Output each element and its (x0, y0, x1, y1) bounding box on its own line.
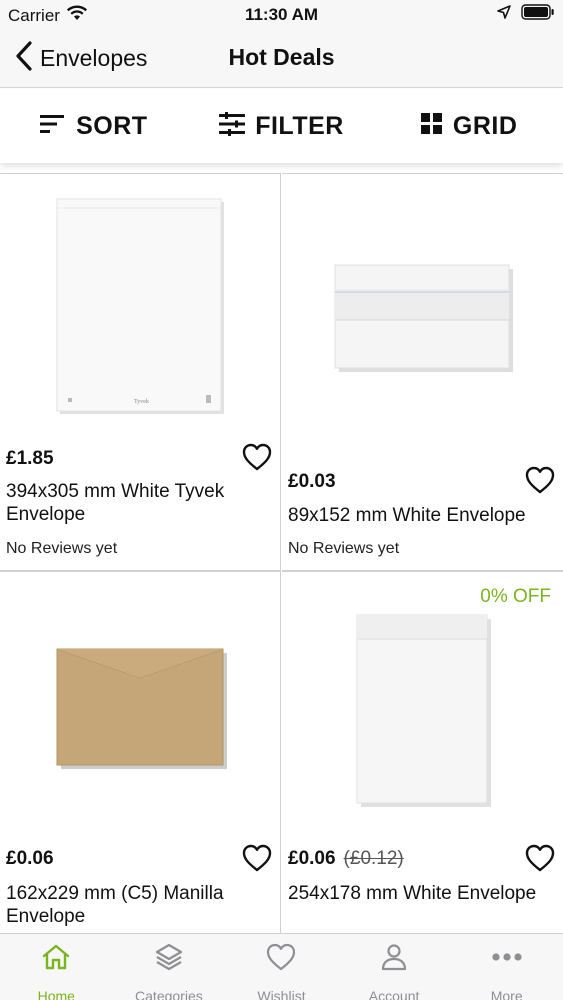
product-name: 254x178 mm White Envelope (288, 883, 537, 904)
product-card[interactable]: £0.06 162x229 mm (C5) Manilla Envelope (0, 571, 281, 933)
product-reviews: No Reviews yet (288, 540, 400, 557)
heart-icon (242, 844, 272, 872)
filter-button[interactable]: FILTER (188, 89, 376, 163)
product-card[interactable]: £0.03 89x152 mm White Envelope No Review… (282, 173, 563, 571)
price-row: £0.06 (£0.12) (288, 848, 404, 870)
filter-label: FILTER (255, 111, 344, 140)
heart-icon (266, 943, 296, 976)
tyvek-envelope-image: Tyvek (56, 198, 226, 421)
more-icon (490, 943, 524, 976)
wishlist-heart-button[interactable] (242, 844, 272, 872)
sort-filter-toolbar: SORT FILTER GRID (0, 89, 563, 163)
wishlist-heart-button[interactable] (525, 466, 555, 494)
svg-text:Tyvek: Tyvek (134, 399, 149, 405)
layers-icon (154, 943, 184, 976)
battery-icon (521, 4, 555, 25)
product-name: 89x152 mm White Envelope (288, 505, 526, 526)
tab-categories[interactable]: Categories (113, 934, 226, 1000)
product-price: £0.03 (288, 471, 336, 492)
status-bar: Carrier 11:30 AM (0, 0, 563, 30)
location-arrow-icon (497, 5, 511, 24)
status-right (497, 4, 555, 25)
navigation-bar: Envelopes Hot Deals (0, 30, 563, 88)
product-name: 394x305 mm White Tyvek Envelope (6, 481, 225, 525)
user-icon (379, 943, 409, 976)
price-row: £1.85 (6, 448, 54, 470)
manilla-envelope-image (56, 648, 228, 775)
grid-button[interactable]: GRID (375, 89, 563, 163)
discount-badge: 0% OFF (480, 586, 551, 607)
product-name: 162x229 mm (C5) Manilla Envelope (6, 883, 224, 927)
wishlist-heart-button[interactable] (242, 443, 272, 471)
tab-account[interactable]: Account (338, 934, 451, 1000)
tab-label: Home (37, 988, 75, 1000)
tab-label: More (490, 988, 523, 1000)
product-price: £0.06 (288, 848, 336, 869)
home-icon (41, 943, 71, 976)
product-grid: Tyvek £1.85 394x305 mm White Tyvek Envel… (0, 173, 563, 933)
tab-label: Account (368, 988, 420, 1000)
tab-home[interactable]: Home (0, 934, 113, 1000)
grid-label: GRID (452, 111, 518, 140)
back-button-label: Envelopes (40, 45, 148, 71)
back-button[interactable]: Envelopes (14, 40, 147, 77)
sort-button[interactable]: SORT (0, 89, 188, 163)
product-price: £1.85 (6, 448, 54, 469)
tab-wishlist[interactable]: Wishlist (225, 934, 338, 1000)
product-card[interactable]: Tyvek £1.85 394x305 mm White Tyvek Envel… (0, 173, 281, 571)
price-row: £0.06 (6, 848, 54, 870)
grid-icon (420, 112, 443, 140)
sort-icon (40, 114, 66, 139)
wishlist-heart-button[interactable] (525, 844, 555, 872)
product-card[interactable]: 0% OFF £0.06 (£0.12) 254x178 mm White En… (282, 571, 563, 933)
heart-icon (525, 466, 555, 494)
tab-more[interactable]: More (450, 934, 563, 1000)
tab-label: Wishlist (257, 988, 306, 1000)
heart-icon (525, 844, 555, 872)
product-reviews: No Reviews yet (6, 540, 118, 557)
status-time: 11:30 AM (244, 5, 319, 24)
sort-label: SORT (76, 111, 148, 140)
white-pocket-envelope-image (356, 614, 492, 813)
product-old-price: (£0.12) (343, 848, 404, 869)
heart-icon (242, 443, 272, 471)
price-row: £0.03 (288, 471, 336, 493)
product-price: £0.06 (6, 848, 54, 869)
sliders-icon (219, 111, 246, 141)
tab-bar: Home Categories Wishlist Account More (0, 933, 563, 1000)
white-envelope-image (334, 264, 514, 379)
chevron-left-icon (14, 40, 34, 77)
tab-label: Categories (135, 988, 203, 1000)
